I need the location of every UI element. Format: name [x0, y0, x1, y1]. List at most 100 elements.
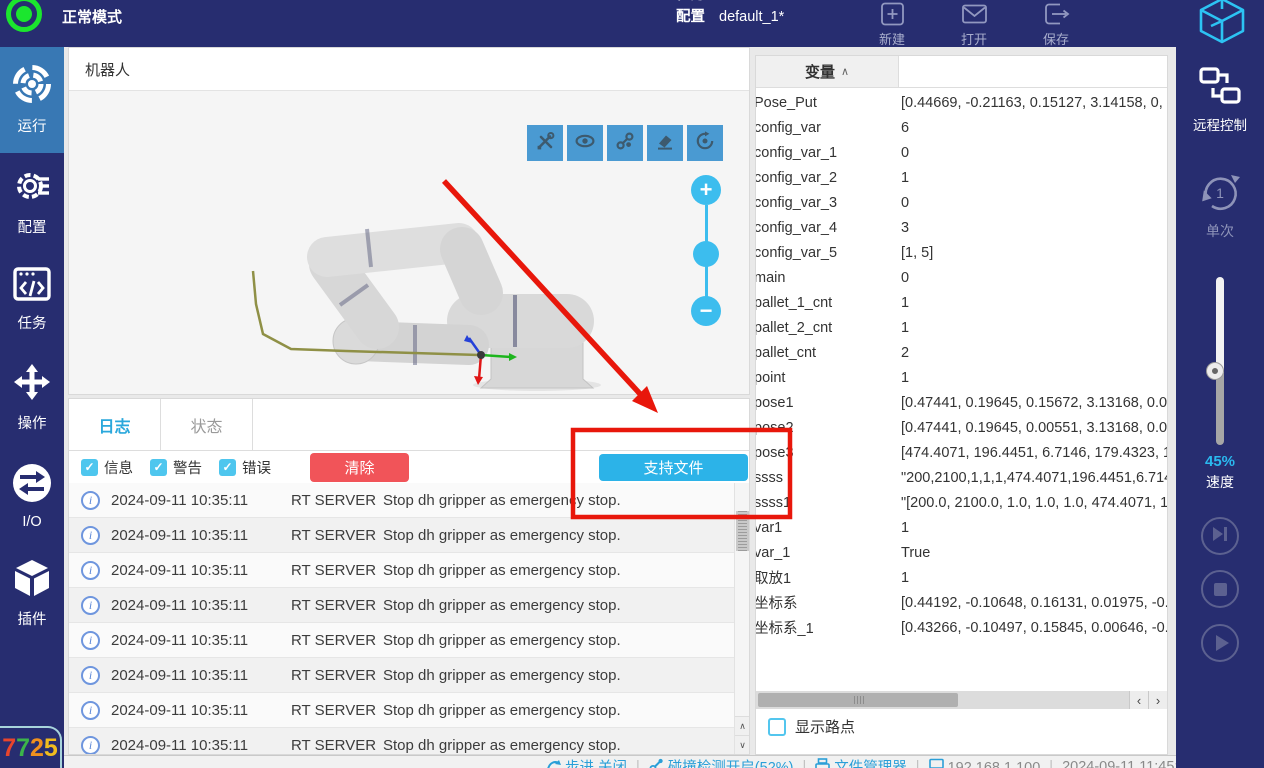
- play-button[interactable]: [1201, 624, 1239, 662]
- info-icon: i: [81, 736, 100, 755]
- single-run-button[interactable]: 1 单次: [1176, 171, 1264, 241]
- variable-row[interactable]: point 1: [756, 365, 1167, 390]
- variable-value: 1: [901, 570, 1167, 586]
- filter-warning-checkbox[interactable]: ✓ 警告: [150, 457, 202, 478]
- stop-button[interactable]: [1201, 570, 1239, 608]
- variable-row[interactable]: pallet_2_cnt 1: [756, 315, 1167, 340]
- step-mode-status[interactable]: 步进 关闭: [546, 758, 627, 768]
- tab-status[interactable]: 状态: [161, 399, 253, 450]
- log-row[interactable]: i 2024-09-11 10:35:11 RT SERVER Stop dh …: [69, 518, 734, 553]
- variable-row[interactable]: 坐标系_1 [0.43266, -0.10497, 0.15845, 0.006…: [756, 615, 1167, 640]
- io-icon: [12, 463, 52, 507]
- variables-header-label: 变量: [805, 61, 835, 82]
- support-file-button[interactable]: 支持文件: [599, 454, 748, 481]
- variable-name: config_var_3: [756, 195, 901, 211]
- remote-control-button[interactable]: 远程控制: [1176, 67, 1264, 134]
- variable-name: config_var_5: [756, 245, 901, 261]
- save-button[interactable]: 保存: [1026, 2, 1086, 47]
- collision-detection-label: 碰撞检测开启(52%): [668, 759, 794, 768]
- show-waypoints-checkbox[interactable]: 显示路点: [768, 716, 855, 737]
- variable-row[interactable]: pose1 [0.47441, 0.19645, 0.15672, 3.1316…: [756, 390, 1167, 415]
- tab-log[interactable]: 日志: [69, 399, 161, 450]
- sidebar-item-label: I/O: [22, 514, 41, 530]
- filter-error-label: 错误: [242, 457, 271, 478]
- variable-row[interactable]: ssss1 "[200.0, 2100.0, 1.0, 1.0, 1.0, 47…: [756, 490, 1167, 515]
- collision-detection-status[interactable]: 碰撞检测开启(52%): [649, 758, 794, 768]
- variable-value: [0.47441, 0.19645, 0.00551, 3.13168, 0.0…: [901, 420, 1167, 436]
- log-scrollbar-thumb[interactable]: [736, 511, 749, 551]
- log-row[interactable]: i 2024-09-11 10:35:11 RT SERVER Stop dh …: [69, 658, 734, 693]
- open-file-icon: [961, 2, 988, 26]
- step-arrow-icon: [546, 758, 561, 768]
- zoom-in-button[interactable]: +: [691, 175, 721, 205]
- variable-row[interactable]: config_var 6: [756, 115, 1167, 140]
- log-timestamp: 2024-09-11 10:35:11: [111, 527, 263, 544]
- robot-arm-render: [219, 209, 689, 394]
- ip-address-label: 192.168.1.100: [948, 759, 1041, 768]
- scroll-right-icon[interactable]: ›: [1148, 691, 1167, 709]
- sidebar-item-config[interactable]: 配置: [0, 153, 64, 251]
- speed-slider-thumb[interactable]: [1207, 363, 1223, 379]
- variables-header-cell[interactable]: 变量 ∧: [756, 56, 899, 87]
- info-icon: i: [81, 666, 100, 685]
- open-button[interactable]: 打开: [944, 2, 1004, 47]
- log-row[interactable]: i 2024-09-11 10:35:11 RT SERVER Stop dh …: [69, 728, 734, 754]
- log-scrollbar[interactable]: ∧ ∨: [734, 483, 749, 754]
- variable-row[interactable]: config_var_1 0: [756, 140, 1167, 165]
- visibility-button[interactable]: [567, 125, 603, 161]
- log-list: i 2024-09-11 10:35:11 RT SERVER Stop dh …: [69, 483, 734, 754]
- scroll-up-icon[interactable]: ∧: [735, 716, 750, 735]
- log-row[interactable]: i 2024-09-11 10:35:11 RT SERVER Stop dh …: [69, 623, 734, 658]
- log-source: RT SERVER: [291, 597, 383, 614]
- sidebar-item-task[interactable]: 任务: [0, 251, 64, 349]
- info-icon: i: [81, 526, 100, 545]
- variable-row[interactable]: config_var_5 [1, 5]: [756, 240, 1167, 265]
- erase-button[interactable]: [647, 125, 683, 161]
- variable-row[interactable]: var1 1: [756, 515, 1167, 540]
- sidebar-item-plugin[interactable]: 插件: [0, 545, 64, 643]
- variable-row[interactable]: Pose_Put [0.44669, -0.21163, 0.15127, 3.…: [756, 90, 1167, 115]
- variable-row[interactable]: config_var_2 1: [756, 165, 1167, 190]
- log-row[interactable]: i 2024-09-11 10:35:11 RT SERVER Stop dh …: [69, 483, 734, 518]
- file-manager-link[interactable]: 文件管理器: [815, 758, 907, 768]
- variable-row[interactable]: ssss "200,2100,1,1,1,474.4071,196.4451,6…: [756, 465, 1167, 490]
- clear-log-button[interactable]: 清除: [310, 453, 409, 482]
- zoom-slider-thumb[interactable]: [693, 241, 719, 267]
- variable-value: [474.4071, 196.4451, 6.7146, 179.4323, 1…: [901, 445, 1167, 461]
- variable-row[interactable]: config_var_3 0: [756, 190, 1167, 215]
- sidebar-item-run[interactable]: 运行: [0, 47, 64, 153]
- hscrollbar-thumb[interactable]: [758, 693, 958, 707]
- new-button[interactable]: 新建: [862, 2, 922, 47]
- variable-row[interactable]: 取放1 1: [756, 565, 1167, 590]
- step-forward-button[interactable]: [1201, 517, 1239, 555]
- monitor-icon: [929, 758, 944, 768]
- variable-row[interactable]: 坐标系 [0.44192, -0.10648, 0.16131, 0.01975…: [756, 590, 1167, 615]
- filter-warning-label: 警告: [173, 457, 202, 478]
- sidebar-item-io[interactable]: I/O: [0, 447, 64, 545]
- variable-value: "200,2100,1,1,1,474.4071,196.4451,6.714: [901, 470, 1167, 486]
- speed-slider[interactable]: [1216, 277, 1224, 445]
- variable-row[interactable]: pose2 [0.47441, 0.19645, 0.00551, 3.1316…: [756, 415, 1167, 440]
- filter-info-checkbox[interactable]: ✓ 信息: [81, 457, 133, 478]
- variable-value: True: [901, 545, 1167, 561]
- scroll-down-icon[interactable]: ∨: [735, 735, 750, 754]
- sidebar-item-operate[interactable]: 操作: [0, 349, 64, 447]
- reset-view-button[interactable]: [687, 125, 723, 161]
- filter-error-checkbox[interactable]: ✓ 错误: [219, 457, 271, 478]
- variables-hscrollbar[interactable]: ‹ ›: [756, 691, 1167, 709]
- path-nodes-button[interactable]: [607, 125, 643, 161]
- zoom-out-button[interactable]: −: [691, 296, 721, 326]
- log-row[interactable]: i 2024-09-11 10:35:11 RT SERVER Stop dh …: [69, 588, 734, 623]
- variable-row[interactable]: main 0: [756, 265, 1167, 290]
- variable-row[interactable]: pallet_1_cnt 1: [756, 290, 1167, 315]
- tools-button[interactable]: [527, 125, 563, 161]
- scroll-left-icon[interactable]: ‹: [1129, 691, 1148, 709]
- run-status-indicator: [6, 0, 42, 32]
- log-row[interactable]: i 2024-09-11 10:35:11 RT SERVER Stop dh …: [69, 693, 734, 728]
- variable-row[interactable]: var_1 True: [756, 540, 1167, 565]
- variable-row[interactable]: pallet_cnt 2: [756, 340, 1167, 365]
- variable-row[interactable]: config_var_4 3: [756, 215, 1167, 240]
- variable-row[interactable]: pose3 [474.4071, 196.4451, 6.7146, 179.4…: [756, 440, 1167, 465]
- robot-3d-viewport[interactable]: + −: [69, 91, 749, 394]
- log-row[interactable]: i 2024-09-11 10:35:11 RT SERVER Stop dh …: [69, 553, 734, 588]
